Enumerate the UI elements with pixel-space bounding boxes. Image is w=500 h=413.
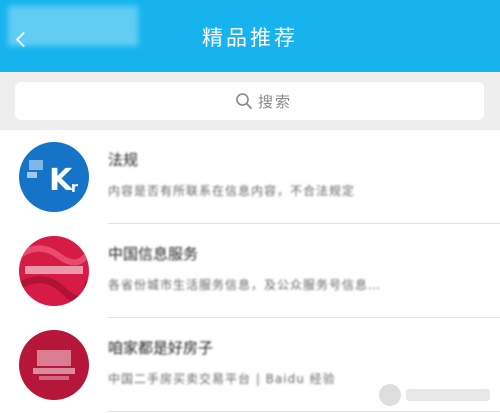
- list-item[interactable]: 中国信息服务 各省份城市生活服务信息，及公众服务号信息…: [0, 224, 500, 318]
- top-bar: 精品推荐: [0, 0, 500, 72]
- avatar: [19, 330, 89, 400]
- list-item[interactable]: K r 法规 内容是否有所联系在信息内容，不合法规定: [0, 130, 500, 224]
- item-text: 中国信息服务 各省份城市生活服务信息，及公众服务号信息…: [108, 244, 488, 294]
- avatar: K r: [19, 142, 89, 212]
- item-title: 中国信息服务: [108, 245, 199, 263]
- svg-text:r: r: [71, 180, 78, 196]
- search-input[interactable]: 搜索: [15, 82, 484, 120]
- avatar: [19, 236, 89, 306]
- watermark-logo: [379, 384, 490, 406]
- search-icon: [236, 93, 252, 109]
- search-placeholder: 搜索: [258, 92, 293, 111]
- item-description: 内容是否有所联系在信息内容，不合法规定: [108, 184, 356, 198]
- item-title: 法规: [108, 151, 139, 169]
- item-description: 各省份城市生活服务信息，及公众服务号信息…: [108, 278, 382, 292]
- app-screen: 精品推荐 搜索 K r 法规 内容是否有所联系在信息内容，不合法规定 中国信息服…: [0, 0, 500, 413]
- item-title: 咱家都是好房子: [108, 339, 214, 357]
- logo-icon: [19, 245, 89, 303]
- item-text: 法规 内容是否有所联系在信息内容，不合法规定: [108, 150, 488, 200]
- logo-icon: K r: [27, 160, 78, 198]
- search-inner: 搜索: [235, 91, 292, 111]
- page-title: 精品推荐: [202, 26, 298, 50]
- divider: [108, 411, 500, 412]
- recommendation-list: K r 法规 内容是否有所联系在信息内容，不合法规定 中国信息服务 各省份城市生…: [0, 130, 500, 412]
- search-bar-container: 搜索: [0, 72, 500, 130]
- logo-icon: [33, 350, 75, 380]
